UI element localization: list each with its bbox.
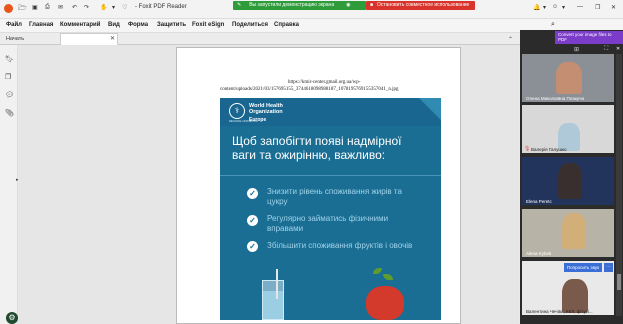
- foxit-logo-icon: [4, 4, 13, 13]
- convert-banner-text: Convert your image files to PDF: [558, 32, 612, 42]
- tab-start[interactable]: Начать: [6, 36, 24, 42]
- qat-dropdown-icon[interactable]: ▾: [112, 4, 115, 11]
- check-icon: ✓: [247, 188, 258, 199]
- more-options-icon[interactable]: ⋯: [604, 263, 613, 272]
- participant-tile[interactable]: 🎙︎ Валерія Галушко: [522, 105, 614, 153]
- poster-item-3: Збільшити споживання фруктів і овочів: [267, 241, 413, 250]
- menu-home[interactable]: Главная: [29, 22, 53, 28]
- search-icon[interactable]: ⌕: [551, 21, 555, 29]
- settings-gear-icon[interactable]: ⚙: [6, 312, 18, 324]
- water-glass-icon: [262, 269, 284, 320]
- participant-tile[interactable]: Alena Kybek: [522, 209, 614, 257]
- tab-document[interactable]: ✕: [60, 33, 118, 45]
- pages-icon[interactable]: ❐: [5, 73, 11, 81]
- hand-tool-icon[interactable]: ✋: [100, 4, 107, 11]
- share-status-text: Вы запустили демонстрацию экрана: [249, 2, 335, 8]
- grid-view-icon[interactable]: ⊞: [574, 46, 579, 53]
- left-sidebar: 🔖︎ ❐ 💬︎ 📎︎ ▸: [0, 45, 19, 324]
- poster-item-2: Регулярно займатись фізичними вправами: [267, 214, 389, 233]
- heart-icon[interactable]: ♡: [122, 4, 127, 11]
- undo-icon[interactable]: ↶: [72, 4, 77, 11]
- bell-icon[interactable]: 🔔: [533, 4, 540, 11]
- fullscreen-icon[interactable]: ⛶: [604, 46, 608, 53]
- stop-share-label: Остановить совместное использование: [377, 2, 470, 8]
- ask-sound-button[interactable]: Попросить звук: [564, 263, 602, 272]
- restore-icon[interactable]: ❐: [595, 4, 600, 11]
- user-dropdown-icon[interactable]: ▾: [562, 4, 565, 11]
- apple-leaf: [383, 274, 393, 280]
- panel-scrollbar[interactable]: [616, 54, 622, 316]
- stop-share-button[interactable]: ■ Остановить совместное использование: [366, 1, 475, 10]
- user-icon[interactable]: ☺: [552, 4, 558, 10]
- ask-sound-label: Попросить звук: [566, 265, 600, 270]
- open-icon[interactable]: 🗁: [18, 4, 27, 15]
- glass-water-fill: [263, 291, 283, 319]
- save-icon[interactable]: ▣: [32, 4, 38, 11]
- apple-icon: [366, 286, 404, 320]
- menu-comment[interactable]: Комментарий: [60, 22, 100, 28]
- participant-name: Валентина Чечіва, ККЛ, фітусі...: [526, 309, 593, 314]
- poster-item-1: Знизити рівень споживання жирів та цукру: [267, 187, 402, 206]
- tab-close-icon[interactable]: ✕: [110, 35, 115, 42]
- participant-name: Олена Миколаївна Плакуча: [526, 96, 584, 101]
- who-emblem-icon: ⚕: [229, 103, 245, 119]
- menu-file[interactable]: Файл: [6, 22, 22, 28]
- avatar: [558, 163, 582, 199]
- url-line-1: https://kmir-center.gmail.org.ua/wp-: [288, 80, 361, 85]
- menu-protect[interactable]: Защитить: [157, 22, 186, 28]
- scrollbar-thumb[interactable]: [617, 274, 621, 290]
- window-title: - Foxit PDF Reader: [135, 4, 187, 10]
- menu-help[interactable]: Справка: [274, 22, 299, 28]
- straw: [276, 269, 278, 299]
- menu-share[interactable]: Поделиться: [232, 22, 268, 28]
- avatar: [562, 279, 588, 313]
- tab-bar: Начать ✕: [0, 33, 520, 45]
- menu-view[interactable]: Вид: [108, 22, 120, 28]
- bell-dropdown-icon[interactable]: ▾: [543, 4, 546, 11]
- close-icon[interactable]: ✕: [611, 4, 616, 11]
- stop-icon: ■: [370, 2, 374, 8]
- poster-heading: Щоб запобігти появі надмірної ваги та ож…: [232, 134, 402, 162]
- title-bar: 🗁 ▣ ⎙ ✉ ↶ ↷ ✋ ▾ ♡ - Foxit PDF Reader ✎ Вы…: [0, 0, 623, 19]
- corner-fold: [419, 98, 441, 120]
- print-icon[interactable]: ⎙: [45, 4, 50, 11]
- check-icon: ✓: [247, 215, 258, 226]
- avatar: [556, 62, 582, 94]
- participant-name: Alena Kybek: [526, 251, 552, 256]
- who-org-name: World Health Organization: [249, 103, 283, 115]
- participant-name: Elena Peretc: [526, 199, 552, 204]
- menu-form[interactable]: Форма: [128, 22, 148, 28]
- share-icon: ✎: [237, 2, 242, 8]
- redo-icon[interactable]: ↷: [84, 4, 89, 11]
- banner-close-icon[interactable]: ✕: [616, 46, 620, 52]
- participant-name: Валерія Галушко: [531, 147, 567, 152]
- who-poster: ⚕ World Health Organization REGIONAL OFF…: [220, 98, 441, 320]
- attachment-icon[interactable]: 📎︎: [5, 109, 14, 117]
- poster-divider: [220, 175, 441, 176]
- apple-leaf: [373, 268, 382, 274]
- url-line-2: content/uploads/2021/03/157695155_374461…: [220, 87, 399, 92]
- collapse-ribbon-icon[interactable]: ⌃: [508, 36, 513, 43]
- share-status-pill: ✎ Вы запустили демонстрацию экрана ◉: [233, 1, 366, 10]
- comments-icon[interactable]: 💬︎: [5, 91, 14, 99]
- bookmark-icon[interactable]: 🔖︎: [5, 55, 14, 63]
- participant-tile[interactable]: Олена Миколаївна Плакуча: [522, 54, 614, 102]
- minimize-icon[interactable]: —: [577, 4, 583, 10]
- email-icon[interactable]: ✉: [58, 4, 63, 11]
- avatar: [562, 213, 586, 249]
- mic-muted-icon: 🎙︎: [524, 146, 531, 152]
- convert-banner[interactable]: Convert your image files to PDF: [555, 31, 623, 44]
- who-org-region: Europe: [249, 117, 267, 123]
- participant-tile[interactable]: Elena Peretc: [522, 157, 614, 205]
- share-pause-icon[interactable]: ◉: [346, 2, 350, 8]
- menu-foxit-esign[interactable]: Foxit eSign: [192, 22, 224, 28]
- check-icon: ✓: [247, 241, 258, 252]
